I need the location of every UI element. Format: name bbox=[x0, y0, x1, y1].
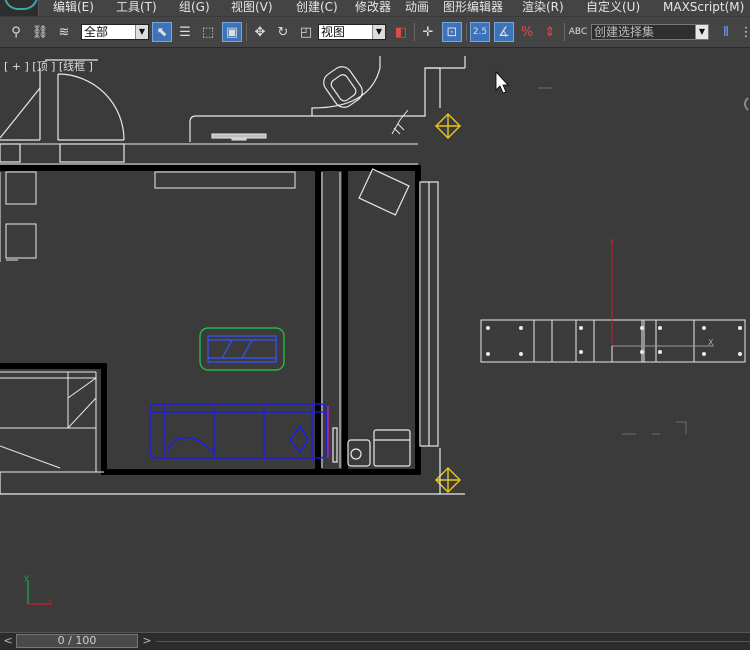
ref-coord-value: 视图 bbox=[321, 25, 346, 39]
timeline-track[interactable] bbox=[156, 641, 750, 642]
edge-mark bbox=[744, 97, 749, 111]
edit-named-sel-icon[interactable]: ABC bbox=[568, 22, 588, 42]
time-prev-button[interactable]: < bbox=[2, 634, 14, 648]
menu-create[interactable]: 创建(C) bbox=[296, 0, 338, 16]
pivot-icon[interactable]: ✛ bbox=[418, 22, 438, 42]
mouse-cursor-icon bbox=[495, 70, 509, 94]
toolbar-divider bbox=[414, 23, 415, 41]
svg-text:x: x bbox=[48, 598, 53, 607]
chevron-down-icon: ▼ bbox=[135, 25, 148, 39]
snaps-toggle-label: 2.5 bbox=[472, 27, 488, 37]
top-viewport[interactable]: Y X y x bbox=[0, 48, 750, 632]
right-room-lines bbox=[0, 168, 465, 495]
bind-spacewarp-icon[interactable]: ≋ bbox=[54, 22, 74, 42]
wall-outline bbox=[0, 165, 421, 475]
menu-animation[interactable]: 动画 bbox=[405, 0, 429, 16]
time-slider: < 0 / 100 > bbox=[0, 632, 750, 650]
window-crossing-icon[interactable]: ▣ bbox=[222, 22, 242, 42]
named-selection-set-value: 创建选择集 bbox=[594, 25, 655, 39]
plant-icon bbox=[391, 109, 409, 135]
selected-sofa bbox=[149, 403, 327, 459]
toolbar-divider bbox=[564, 23, 565, 41]
menu-graph-editors[interactable]: 图形编辑器 bbox=[443, 0, 503, 16]
unlink-icon[interactable]: ⛓ bbox=[30, 22, 50, 42]
toolbar-divider bbox=[466, 23, 467, 41]
menu-customize[interactable]: 自定义(U) bbox=[586, 0, 640, 16]
select-by-name-icon[interactable]: ☰ bbox=[175, 22, 195, 42]
viewport-drawing: Y X y x bbox=[0, 56, 749, 607]
elevation-dots bbox=[486, 326, 742, 356]
time-next-button[interactable]: > bbox=[141, 634, 153, 648]
svg-text:Y: Y bbox=[609, 238, 615, 247]
angle-snap-icon[interactable]: ∡ bbox=[494, 22, 514, 42]
link-icon[interactable]: ⚲ bbox=[6, 22, 26, 42]
gizmo-top bbox=[435, 113, 461, 139]
wall-thin-lines bbox=[0, 143, 418, 473]
mirror-icon[interactable]: ⫴ bbox=[716, 22, 736, 42]
chevron-down-icon: ▼ bbox=[372, 25, 385, 39]
menu-bar: 编辑(E) 工具(T) 组(G) 视图(V) 创建(C) 修改器 动画 图形编辑… bbox=[0, 0, 750, 16]
snaps-toggle-icon[interactable]: 2.5 bbox=[470, 22, 490, 42]
ref-coord-dropdown[interactable]: 视图 ▼ bbox=[318, 24, 386, 40]
menu-modifiers[interactable]: 修改器 bbox=[355, 0, 391, 16]
menu-rendering[interactable]: 渲染(R) bbox=[522, 0, 564, 16]
menu-edit[interactable]: 编辑(E) bbox=[53, 0, 94, 16]
rect-region-icon[interactable]: ⬚ bbox=[198, 22, 218, 42]
selected-bench bbox=[199, 327, 285, 371]
scale-icon[interactable]: ◰ bbox=[296, 22, 316, 42]
app-logo[interactable] bbox=[0, 0, 39, 16]
chevron-down-icon: ▼ bbox=[695, 25, 708, 39]
menu-maxscript[interactable]: MAXScript(M) bbox=[663, 0, 744, 16]
use-pivot-icon[interactable]: ◧ bbox=[391, 22, 411, 42]
named-selection-set-dropdown[interactable]: 创建选择集 ▼ bbox=[591, 24, 709, 40]
transform-gizmo bbox=[611, 240, 714, 347]
move-icon[interactable]: ✥ bbox=[250, 22, 270, 42]
svg-text:y: y bbox=[24, 573, 29, 582]
toolbar-divider bbox=[246, 23, 247, 41]
left-cabinet bbox=[0, 171, 37, 262]
align-icon[interactable]: ⋮ bbox=[736, 22, 750, 42]
rotate-icon[interactable]: ↻ bbox=[273, 22, 293, 42]
viewport-label[interactable]: [ + ] [顶 ] [线框 ] bbox=[4, 58, 93, 74]
spinner-snap-icon[interactable]: ⇕ bbox=[540, 22, 560, 42]
select-object-icon[interactable]: ⬉ bbox=[152, 22, 172, 42]
menu-tools[interactable]: 工具(T) bbox=[116, 0, 157, 16]
time-slider-thumb[interactable]: 0 / 100 bbox=[16, 634, 138, 648]
main-toolbar: ⚲ ⛓ ≋ 全部 ▼ ⬉ ☰ ⬚ ▣ ✥ ↻ ◰ 视图 ▼ ◧ ✛ ⊡ 2.5 … bbox=[0, 17, 750, 48]
percent-snap-icon[interactable]: % bbox=[517, 22, 537, 42]
select-manipulate-icon[interactable]: ⊡ bbox=[442, 22, 462, 42]
menu-group[interactable]: 组(G) bbox=[179, 0, 210, 16]
menu-views[interactable]: 视图(V) bbox=[231, 0, 273, 16]
selection-filter-dropdown[interactable]: 全部 ▼ bbox=[81, 24, 149, 40]
svg-text:X: X bbox=[708, 338, 714, 347]
selection-filter-value: 全部 bbox=[84, 25, 109, 39]
table-top-icon bbox=[211, 133, 267, 141]
